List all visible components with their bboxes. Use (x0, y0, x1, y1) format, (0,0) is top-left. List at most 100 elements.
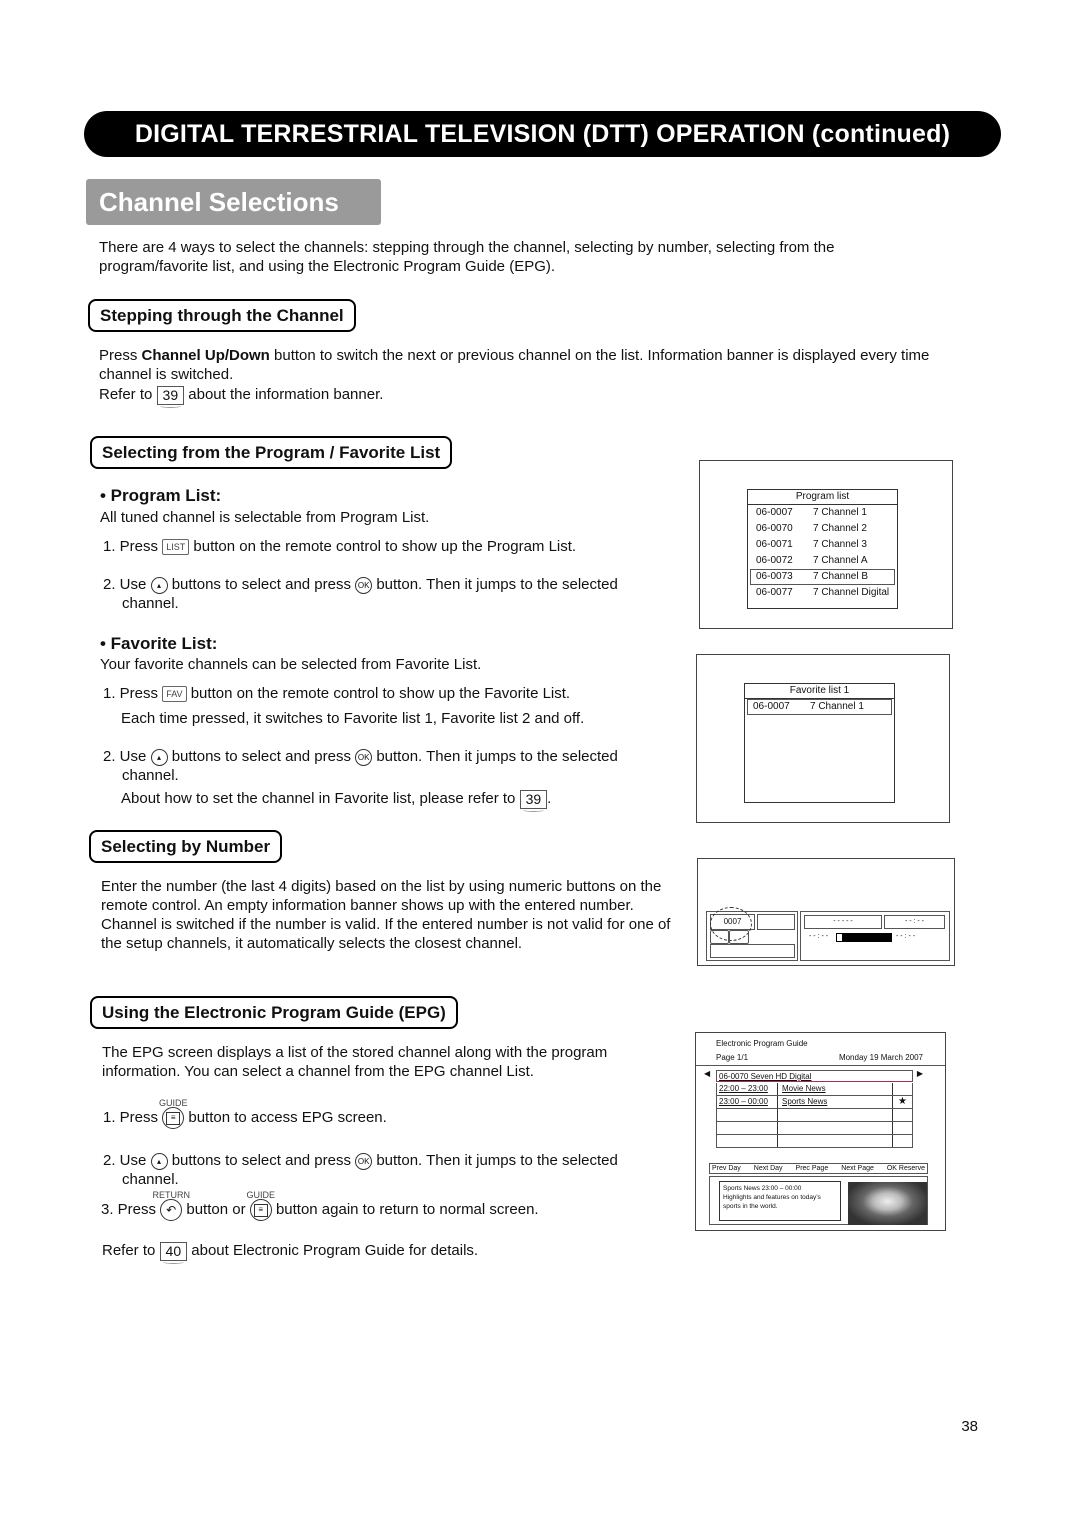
epg-refer: Refer to 40 about Electronic Program Gui… (102, 1241, 479, 1264)
reserve-cell (893, 1109, 912, 1121)
step-text: buttons to select and press (171, 576, 351, 593)
favorite-list-heading: • Favorite List: (100, 634, 218, 653)
channel-name: 7 Channel 1 (813, 507, 867, 518)
channel-number: 06-0007 (756, 507, 793, 518)
guide-label: GUIDE (246, 1190, 276, 1200)
epg-program-row[interactable] (716, 1109, 913, 1122)
step-text: button again to return to normal screen. (275, 1200, 539, 1218)
page-ref-book-icon[interactable]: 39 (156, 385, 185, 408)
program-step-2: 2. Use ▴ buttons to select and press OK … (103, 575, 693, 613)
epg-footer-item[interactable]: Next Day (754, 1165, 783, 1172)
channel-row[interactable]: 06-0072 7 Channel A (750, 553, 895, 569)
page-ref-book-icon[interactable]: 39 (519, 789, 548, 812)
step-text: button or (186, 1200, 246, 1218)
channel-number: 06-0073 (756, 571, 793, 582)
prev-channel-arrow-icon[interactable]: ◀ (704, 1069, 710, 1078)
time-placeholder: - - : - - (884, 915, 945, 929)
channel-row[interactable]: 06-0073 7 Channel B (750, 569, 895, 585)
banner-small-box (710, 930, 729, 944)
epg-footer-item[interactable]: OK Reserve (887, 1165, 925, 1172)
epg-footer-item[interactable]: Prev Day (712, 1165, 741, 1172)
refer-text: about Electronic Program Guide for detai… (191, 1242, 479, 1259)
step-text: . (547, 790, 552, 807)
step-text: button. Then it jumps to the selected (376, 576, 618, 593)
channel-name: 7 Channel 3 (813, 539, 867, 550)
step-text: button on the remote control to show up … (190, 685, 571, 702)
return-label: RETURN (152, 1190, 190, 1200)
epg-program-time: 23:00 – 00:00 (717, 1096, 778, 1108)
step-text: 2. Use (103, 748, 147, 765)
reserve-cell (893, 1083, 912, 1095)
epg-screen-title: Electronic Program Guide (716, 1039, 808, 1048)
epg-text: The EPG screen displays a list of the st… (102, 1044, 608, 1080)
epg-footer-item[interactable]: Prec Page (796, 1165, 829, 1172)
channel-name: 7 Channel 2 (813, 523, 867, 534)
program-list-panel: Program list 06-0007 7 Channel 1 06-0070 7 … (747, 489, 898, 609)
channel-row[interactable]: 06-0071 7 Channel 3 (750, 537, 895, 553)
epg-program-name (778, 1109, 893, 1121)
step-text: About how to set the channel in Favorite… (121, 790, 516, 807)
channel-row[interactable]: 06-0007 7 Channel 1 (747, 699, 892, 715)
favorite-list-panel: Favorite list 1 06-0007 7 Channel 1 (744, 683, 895, 803)
step-text: channel. (122, 595, 179, 612)
progress-bar-elapsed (837, 934, 843, 941)
banner-box (757, 914, 795, 930)
epg-channel-name[interactable]: 06-0070 Seven HD Digital (716, 1070, 913, 1082)
guide-label: GUIDE (158, 1098, 188, 1108)
favorite-step-2: 2. Use ▴ buttons to select and press OK … (103, 747, 693, 785)
progress-bar (836, 933, 892, 942)
favorite-list-desc: Your favorite channels can be selected f… (100, 656, 482, 673)
intro-text: There are 4 ways to select the channels:… (99, 239, 835, 275)
reserve-cell (893, 1135, 912, 1147)
subhead-by-number: Selecting by Number (89, 830, 283, 863)
chapter-banner: DIGITAL TERRESTRIAL TELEVISION (DTT) OPE… (84, 111, 1001, 157)
stepping-button-name: Channel Up/Down (141, 347, 270, 364)
page-number: 38 (961, 1418, 978, 1435)
epg-step-1: 1. Press GUIDE ≡ button to access EPG scr… (103, 1098, 387, 1129)
step-text: 1. Press (103, 538, 159, 555)
stepping-text: Press Channel Up/Down button to switch t… (99, 346, 979, 384)
step-text: button. Then it jumps to the selected (376, 748, 618, 765)
channel-number: 06-0077 (756, 587, 793, 598)
stepping-refer: Refer to 39 about the information banner… (99, 385, 383, 408)
section-title: Channel Selections (86, 179, 381, 225)
step-text: button on the remote control to show up … (193, 538, 577, 555)
epg-program-name: Movie News (778, 1083, 893, 1095)
channel-number: 06-0072 (756, 555, 793, 566)
program-list-heading: • Program List: (100, 486, 222, 505)
up-down-arrows-icon: ▴ (150, 748, 168, 766)
epg-program-name (778, 1122, 893, 1134)
favorite-list-screen: Favorite list 1 06-0007 7 Channel 1 (696, 654, 950, 823)
page-ref-book-icon[interactable]: 40 (159, 1241, 188, 1264)
up-down-arrows-icon: ▴ (150, 576, 168, 594)
epg-program-row[interactable]: 23:00 – 00:00 Sports News ★ (716, 1096, 913, 1109)
subhead-epg: Using the Electronic Program Guide (EPG) (90, 996, 458, 1029)
epg-thumbnail-image (848, 1182, 927, 1225)
step-text: 2. Use (103, 1152, 147, 1169)
epg-program-row[interactable]: 22:00 – 23:00 Movie News (716, 1083, 913, 1096)
epg-program-row[interactable] (716, 1135, 913, 1148)
channel-name: 7 Channel Digital (813, 587, 890, 598)
epg-footer-item[interactable]: Next Page (841, 1165, 874, 1172)
divider (696, 1065, 945, 1066)
program-list-title: Program list (748, 490, 897, 505)
channel-name: 7 Channel A (813, 555, 868, 566)
step-text: 1. Press (103, 1108, 159, 1126)
list-key-icon: LIST (162, 539, 190, 556)
guide-button-icon: GUIDE ≡ (247, 1190, 275, 1221)
epg-program-name (778, 1135, 893, 1147)
ok-button-icon: OK (355, 748, 373, 766)
epg-footer: Prev Day Next Day Prec Page Next Page OK Res… (709, 1163, 928, 1174)
favorite-about: About how to set the channel in Favorite… (121, 789, 552, 812)
next-channel-arrow-icon[interactable]: ▶ (917, 1069, 923, 1078)
epg-program-time (717, 1135, 778, 1147)
channel-row[interactable]: 06-0077 7 Channel Digital (750, 585, 895, 601)
channel-row[interactable]: 06-0007 7 Channel 1 (750, 505, 895, 521)
epg-program-row[interactable] (716, 1122, 913, 1135)
channel-number: 06-0007 (753, 701, 790, 712)
channel-row[interactable]: 06-0070 7 Channel 2 (750, 521, 895, 537)
epg-program-time: 22:00 – 23:00 (717, 1083, 778, 1095)
step-text: button to access EPG screen. (188, 1108, 387, 1126)
guide-button-icon: GUIDE ≡ (159, 1098, 187, 1129)
epg-page: Page 1/1 (716, 1053, 749, 1062)
